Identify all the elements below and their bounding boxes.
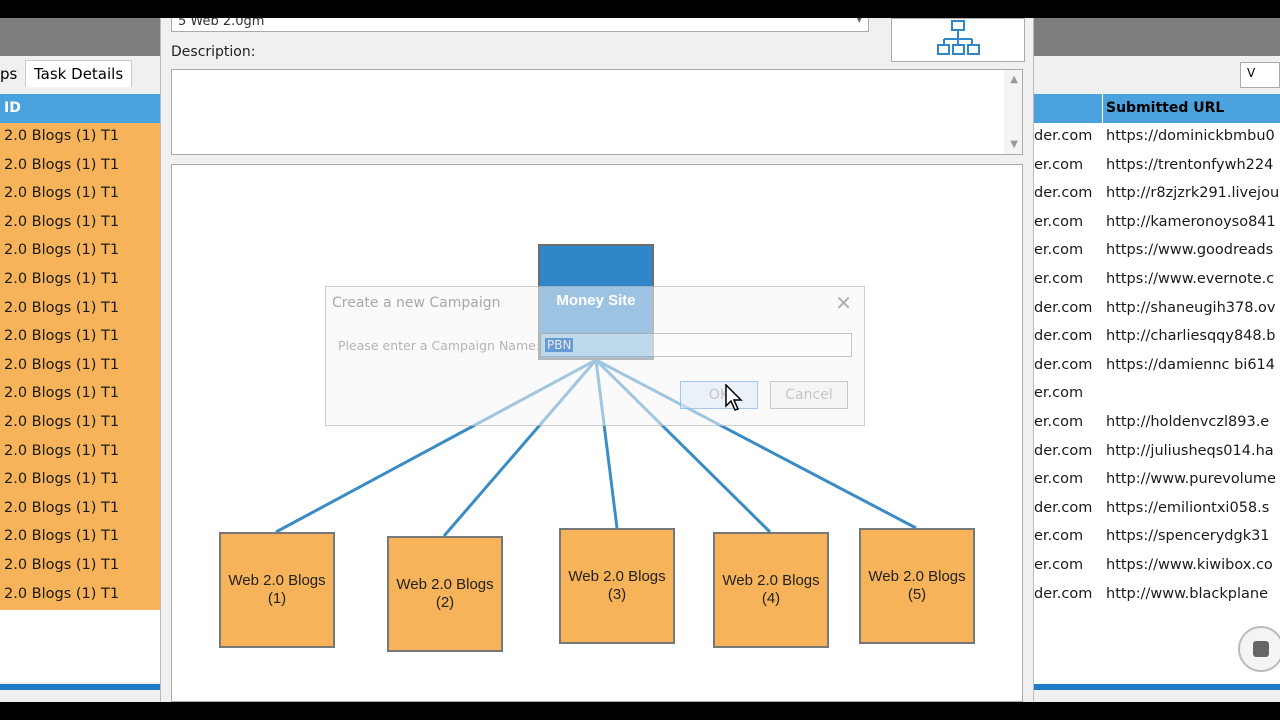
web20-node-4[interactable]: Web 2.0 Blogs (4) — [713, 532, 829, 648]
web20-node-1[interactable]: Web 2.0 Blogs (1) — [219, 532, 335, 648]
mouse-cursor-icon — [725, 384, 743, 411]
money-site-label: Money Site — [556, 292, 636, 309]
modal-title: Create a new Campaign — [332, 295, 501, 311]
web20-node-5[interactable]: Web 2.0 Blogs (5) — [859, 528, 975, 644]
web20-node-2[interactable]: Web 2.0 Blogs (2) — [387, 536, 503, 652]
node-label: Web 2.0 Blogs (5) — [868, 568, 966, 603]
node-label: Web 2.0 Blogs (4) — [722, 572, 820, 607]
node-label: Web 2.0 Blogs (2) — [396, 576, 494, 611]
node-label: Web 2.0 Blogs (3) — [568, 568, 666, 603]
campaign-name-label: Please enter a Campaign Name: — [338, 338, 541, 353]
cancel-button[interactable]: Cancel — [770, 381, 848, 409]
campaign-name-value: PBN — [545, 338, 574, 352]
node-label: Web 2.0 Blogs (1) — [228, 572, 326, 607]
close-icon[interactable]: ✕ — [835, 291, 852, 315]
campaign-name-input[interactable]: PBN — [540, 333, 852, 357]
ok-button[interactable]: OK — [680, 381, 758, 409]
web20-node-3[interactable]: Web 2.0 Blogs (3) — [559, 528, 675, 644]
